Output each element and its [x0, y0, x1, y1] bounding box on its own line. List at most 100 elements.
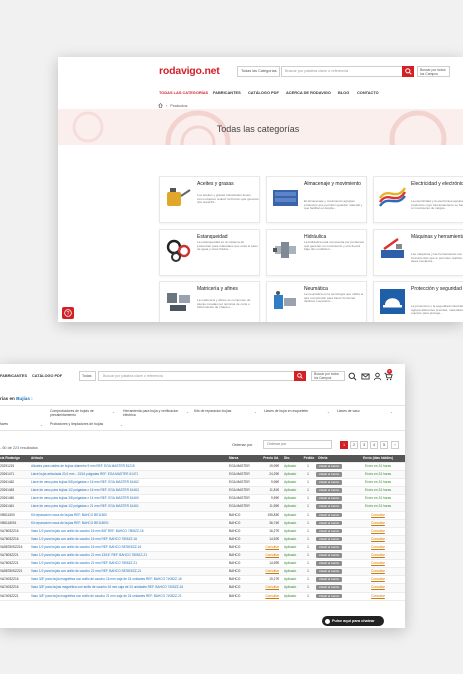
category-card[interactable]: Neumática La neumática es la tecnología q…: [266, 281, 367, 322]
add-to-cart-button[interactable]: Añadir al Carrito: [316, 464, 343, 469]
filter-glow-plug-testers[interactable]: Comprobadores de bujías de precalentamie…: [50, 409, 104, 417]
cell-shipping[interactable]: Consultar: [356, 544, 400, 551]
chevron-down-icon[interactable]: ⌄: [186, 410, 189, 414]
chevron-down-icon[interactable]: ⌄: [390, 410, 393, 414]
help-button[interactable]: ?: [62, 307, 74, 319]
add-to-cart-button[interactable]: Añadir al Carrito: [316, 536, 343, 542]
add-to-cart-button[interactable]: Añadir al Carrito: [316, 504, 343, 510]
cell-shipping[interactable]: Consultar: [356, 576, 400, 583]
quantity-input[interactable]: 1: [302, 544, 314, 551]
nav-manufacturers[interactable]: FABRICANTES: [213, 90, 241, 95]
nav-manufacturers[interactable]: FABRICANTES: [0, 374, 27, 378]
col-brand-header[interactable]: Marca: [229, 455, 259, 462]
col-discount-header[interactable]: Dto.: [284, 455, 300, 462]
chat-button[interactable]: Pulse aquí para chatear: [322, 616, 384, 626]
cell-article-link[interactable]: Vaso 1/2 para bujías con anillo de cauch…: [31, 568, 226, 575]
cell-shipping[interactable]: Consultar: [356, 536, 400, 543]
quantity-input[interactable]: 1: [302, 512, 314, 519]
add-to-cart-button[interactable]: Añadir al Carrito: [316, 488, 343, 493]
cell-shipping[interactable]: Consultar: [356, 584, 400, 591]
cell-price[interactable]: Consultar: [259, 552, 279, 559]
category-card[interactable]: Protección y seguridad La protección y la…: [373, 281, 463, 322]
cell-article-link[interactable]: Kit reparación rosca de bujías REF. BAHC…: [31, 512, 226, 519]
nav-all-categories[interactable]: TODAS LAS CATEGORÍAS: [159, 90, 208, 95]
next-page-button[interactable]: ›: [391, 441, 399, 449]
quantity-input[interactable]: 1: [302, 528, 314, 535]
quantity-input[interactable]: 1: [302, 584, 314, 591]
cell-article-link[interactable]: Vaso 1/2 para bujías con anillo de cauch…: [31, 536, 226, 543]
cell-article-link[interactable]: Alicates para cables de bujías diámetro …: [31, 463, 226, 470]
add-to-cart-button[interactable]: Añadir al Carrito: [316, 496, 343, 501]
home-icon[interactable]: [158, 103, 163, 108]
category-title[interactable]: Aceites y grasas: [197, 181, 259, 188]
filter-plug-tools[interactable]: Herramienta para bujía y verificacion el…: [123, 409, 186, 417]
filter-repair-kits[interactable]: Kits de reparacion bujías: [194, 409, 250, 413]
mail-icon[interactable]: [361, 372, 370, 381]
page-button[interactable]: 2: [350, 441, 358, 449]
col-price-header[interactable]: Precio Ud.: [259, 455, 279, 462]
search-button[interactable]: [402, 66, 414, 77]
col-ref-header[interactable]: cia Rodavigo: [0, 455, 30, 462]
cell-shipping[interactable]: Consultar: [356, 593, 400, 600]
quantity-input[interactable]: 1: [302, 479, 314, 486]
filter-skeleton-wrenches[interactable]: Llaves de bujía en esqueleter: [264, 409, 328, 413]
cell-shipping[interactable]: Consultar: [356, 520, 400, 527]
nav-pdf-catalog[interactable]: CATÁLOGO PDF: [248, 90, 279, 95]
quantity-input[interactable]: 1: [302, 520, 314, 527]
nav-about[interactable]: ACERCA DE RODAVIGO: [286, 90, 331, 95]
chevron-down-icon[interactable]: ⌄: [120, 423, 123, 427]
page-button[interactable]: 1: [340, 441, 348, 449]
cell-article-link[interactable]: Llave bujía articulada 20,6 mm - 13/16 p…: [31, 471, 226, 478]
category-card[interactable]: Máquinas y herramientas Las máquinas y la…: [373, 229, 463, 276]
quantity-input[interactable]: 1: [302, 503, 314, 510]
add-to-cart-button[interactable]: Añadir al Carrito: [316, 569, 343, 574]
category-card[interactable]: Aceites y grasas Los aceites y grasas ind…: [159, 176, 260, 223]
quantity-input[interactable]: 1: [302, 487, 314, 494]
quantity-input[interactable]: 1: [302, 560, 314, 567]
col-article-header[interactable]: Artículo: [31, 455, 226, 462]
chevron-down-icon[interactable]: ⌄: [112, 410, 115, 414]
add-to-cart-button[interactable]: Añadir al Carrito: [316, 528, 343, 534]
quantity-input[interactable]: 1: [302, 593, 314, 600]
add-to-cart-button[interactable]: Añadir al Carrito: [316, 553, 343, 558]
cell-article-link[interactable]: Llave de vaso para bujías 5/8 pulgadas x…: [31, 479, 226, 486]
quantity-input[interactable]: 1: [302, 552, 314, 559]
cell-article-link[interactable]: Vaso 3/8" para bujía magnética con anill…: [31, 576, 226, 583]
category-select[interactable]: Todas: [79, 371, 96, 381]
cell-article-link[interactable]: Vaso 1/2 para bujías con anillo de cauch…: [31, 552, 226, 559]
filter-testers-cleaners[interactable]: Probadores y limpiadores de bujías: [50, 422, 120, 426]
page-button[interactable]: 5: [380, 441, 388, 449]
search-field-select[interactable]: Buscar por todos los Campos: [311, 371, 345, 381]
cell-shipping[interactable]: Consultar: [356, 528, 400, 535]
category-card[interactable]: Estanqueidad La estanqueidad es un sistem…: [159, 229, 260, 276]
category-card[interactable]: Electricidad y electrónica La electricida…: [373, 176, 463, 223]
quantity-input[interactable]: 1: [302, 495, 314, 502]
category-title[interactable]: Almacenaje y movimiento: [304, 181, 366, 188]
add-to-cart-button[interactable]: Añadir al Carrito: [316, 593, 343, 599]
category-card[interactable]: Hidráulica La hidráulica está compuesta p…: [266, 229, 367, 276]
quantity-input[interactable]: 1: [302, 471, 314, 478]
cell-article-link[interactable]: Llave de vaso para bujías 1/2 pulgadas x…: [31, 503, 226, 510]
category-title[interactable]: Matricería y afines: [197, 286, 259, 293]
user-icon[interactable]: [373, 372, 382, 381]
search-input[interactable]: Buscar por palabra clave o referencia: [98, 371, 295, 381]
category-select[interactable]: Todas las Categorías: [237, 66, 280, 77]
cell-article-link[interactable]: Vaso 3/8" para bujía magnética con anill…: [31, 593, 226, 600]
chevron-down-icon[interactable]: ⌄: [327, 410, 330, 414]
cell-shipping[interactable]: Consultar: [356, 512, 400, 519]
cell-article-link[interactable]: Llave de vaso para bujías 3/8 pulgadas x…: [31, 495, 226, 502]
cell-article-link[interactable]: Vaso 1/2 para bujías con anillo de cauch…: [31, 560, 226, 567]
cell-shipping[interactable]: Consultar: [356, 568, 400, 575]
chevron-down-icon[interactable]: ⌄: [254, 410, 257, 414]
nav-contact[interactable]: CONTACTO: [357, 90, 379, 95]
add-to-cart-button[interactable]: Añadir al Carrito: [316, 585, 343, 590]
quantity-input[interactable]: 1: [302, 536, 314, 543]
cell-article-link[interactable]: Llave de vaso para bujías 1/2 pulgadas x…: [31, 487, 226, 494]
nav-blog[interactable]: BLOG: [338, 90, 349, 95]
cell-article-link[interactable]: Vaso 1/2 para bujías con anillo de cauch…: [31, 544, 226, 551]
add-to-cart-button[interactable]: Añadir al Carrito: [316, 520, 343, 526]
filter-wrenches[interactable]: faves: [0, 422, 40, 426]
chevron-down-icon[interactable]: ⌄: [40, 423, 43, 427]
page-button[interactable]: 4: [370, 441, 378, 449]
search-field-select[interactable]: Buscar por todos los Campos: [417, 66, 450, 77]
